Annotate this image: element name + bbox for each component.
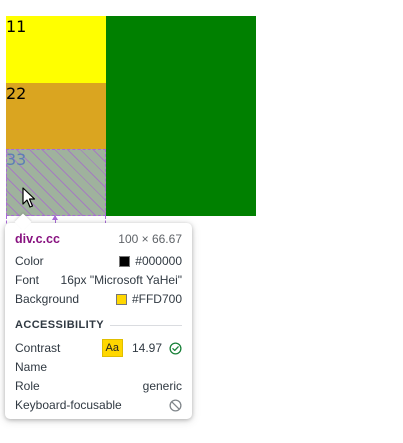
cell-label: 33	[6, 150, 27, 170]
contrast-ratio: 14.97	[131, 341, 162, 355]
cell-label: 11	[6, 17, 27, 36]
background-label: Background	[15, 292, 80, 306]
mouse-cursor-icon	[22, 187, 36, 208]
divider	[109, 324, 182, 326]
color-swatch	[119, 255, 131, 267]
cell-33-highlighted[interactable]: 33	[6, 149, 106, 216]
color-value: #000000	[119, 252, 182, 270]
not-allowed-icon	[169, 398, 182, 412]
role-value: generic	[142, 379, 182, 393]
element-selector: div.c.cc	[15, 232, 60, 246]
background-hex: #FFD700	[131, 292, 182, 306]
accessibility-section-header: ACCESSIBILITY	[15, 317, 182, 333]
contrast-label: Contrast	[15, 341, 61, 355]
name-label: Name	[15, 360, 48, 374]
font-label: Font	[15, 273, 40, 287]
background-value: #FFD700	[115, 290, 182, 308]
check-circle-icon	[169, 341, 182, 355]
keyboard-value	[165, 398, 182, 412]
element-dimensions: 100 × 66.67	[118, 232, 182, 246]
cell-22: 22	[6, 82, 106, 150]
inspect-tooltip: div.c.cc 100 × 66.67 Color #000000 Font …	[5, 223, 192, 419]
tooltip-header: div.c.cc 100 × 66.67	[15, 230, 182, 248]
contrast-value: Aa 14.97	[101, 339, 183, 357]
contrast-badge: Aa	[101, 339, 123, 357]
name-row: Name	[15, 358, 182, 376]
cell-label: 22	[6, 83, 27, 103]
role-label: Role	[15, 379, 40, 393]
page: 11 22 33 div.c.cc 100 × 66.67 Color #000…	[0, 0, 403, 443]
role-row: Role generic	[15, 377, 182, 395]
font-value: 16px "Microsoft YaHei"	[60, 273, 182, 287]
background-row: Background #FFD700	[15, 290, 182, 308]
color-hex: #000000	[135, 254, 182, 268]
cell-11: 11	[6, 16, 106, 83]
accessibility-title: ACCESSIBILITY	[15, 319, 104, 331]
color-label: Color	[15, 254, 44, 268]
contrast-row: Contrast Aa 14.97	[15, 339, 182, 357]
keyboard-row: Keyboard-focusable	[15, 396, 182, 414]
font-row: Font 16px "Microsoft YaHei"	[15, 271, 182, 289]
background-swatch	[115, 293, 127, 305]
color-row: Color #000000	[15, 252, 182, 270]
keyboard-label: Keyboard-focusable	[15, 398, 122, 412]
